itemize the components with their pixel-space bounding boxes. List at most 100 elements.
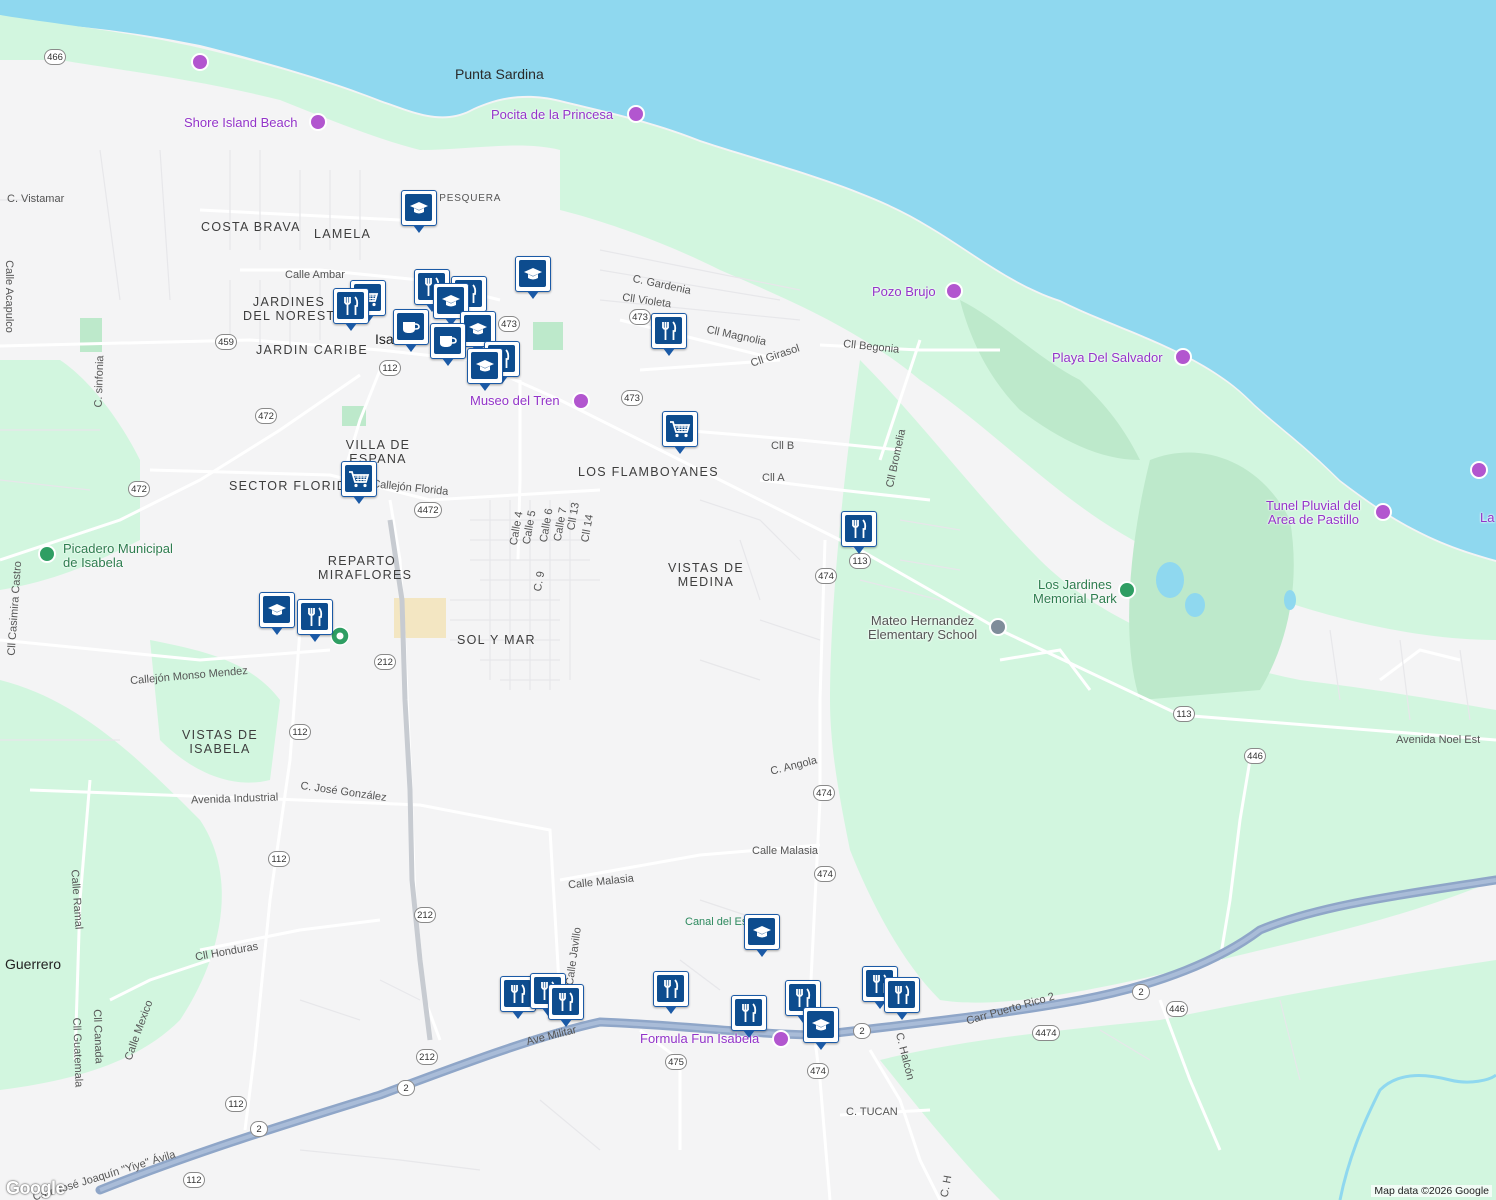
- area-sol-y-mar: SOL Y MAR: [457, 633, 536, 647]
- isabela-label: Isa: [375, 331, 394, 347]
- route-shield: 2: [250, 1121, 268, 1137]
- park-icon[interactable]: [38, 545, 56, 563]
- map-marker-restaurant[interactable]: [651, 313, 687, 356]
- map-marker-grocery[interactable]: [341, 461, 377, 504]
- poi-formula-fun[interactable]: Formula Fun Isabela: [640, 1032, 759, 1045]
- school-icon: [405, 194, 432, 221]
- school-icon: [748, 918, 775, 945]
- route-shield: 112: [268, 851, 290, 867]
- route-shield: 474: [813, 785, 835, 801]
- area-jardin-caribe: JARDIN CARIBE: [256, 343, 369, 357]
- route-shield: 113: [1173, 706, 1195, 722]
- route-shield: 112: [379, 360, 401, 376]
- poi-picadero[interactable]: Picadero Municipal de Isabela: [63, 542, 173, 570]
- camera-icon[interactable]: [1470, 461, 1488, 479]
- golf-course: [1129, 452, 1294, 700]
- pond: [1185, 593, 1205, 617]
- route-shield: 112: [183, 1172, 205, 1188]
- restaurant-icon: [301, 603, 328, 630]
- route-shield: 466: [44, 49, 66, 65]
- school-icon: [263, 596, 290, 623]
- school-icon: [519, 260, 546, 287]
- map-marker-school[interactable]: [803, 1007, 839, 1050]
- camera-icon[interactable]: [627, 105, 645, 123]
- museum-icon[interactable]: [572, 392, 590, 410]
- camera-icon[interactable]: [309, 113, 327, 131]
- map-marker-grocery[interactable]: [662, 411, 698, 454]
- map-marker-school[interactable]: [401, 190, 437, 233]
- area-lamela: LAMELA: [314, 227, 372, 241]
- map-marker-school[interactable]: [259, 592, 295, 635]
- school-icon: [807, 1011, 834, 1038]
- camera-icon[interactable]: [191, 53, 209, 71]
- camera-icon[interactable]: [772, 1030, 790, 1048]
- map-marker-cafe[interactable]: [430, 323, 466, 366]
- school-icon: [464, 315, 491, 342]
- street-label: Cll Guatemala: [70, 1017, 85, 1088]
- route-shield: 474: [807, 1063, 829, 1079]
- poi-mateo-hernandez[interactable]: Mateo Hernandez Elementary School: [868, 614, 977, 642]
- restaurant-icon: [888, 981, 915, 1008]
- area-reparto-miraflores: REPARTO MIRAFLORES: [318, 554, 413, 582]
- grocery-icon: [345, 465, 372, 492]
- camera-icon[interactable]: [1174, 348, 1192, 366]
- route-shield: 446: [1166, 1001, 1188, 1017]
- area-los-flamboyanes: LOS FLAMBOYANES: [578, 465, 719, 479]
- route-shield: 473: [629, 309, 651, 325]
- cafe-icon: [397, 313, 424, 340]
- route-shield: 459: [215, 334, 237, 350]
- street-label: Cll Canada: [90, 1009, 105, 1064]
- green-center-west: [150, 640, 280, 783]
- school-icon: [471, 352, 498, 379]
- camera-icon[interactable]: [1374, 503, 1392, 521]
- pond: [1284, 590, 1296, 610]
- map-marker-cafe[interactable]: [393, 309, 429, 352]
- map-marker-school[interactable]: [744, 914, 780, 957]
- poi-shore-island-beach[interactable]: Shore Island Beach: [184, 116, 297, 129]
- map-marker-restaurant[interactable]: [884, 977, 920, 1020]
- map-marker-restaurant[interactable]: [297, 599, 333, 642]
- area-sector-florida: SECTOR FLORIDA: [229, 479, 357, 493]
- restaurant-icon: [735, 999, 762, 1026]
- route-shield: 113: [849, 553, 871, 569]
- street-label: C. Vistamar: [7, 193, 65, 205]
- route-shield: 473: [498, 316, 520, 332]
- map-marker-restaurant[interactable]: [548, 984, 584, 1027]
- poi-pozo-brujo[interactable]: Pozo Brujo: [872, 285, 936, 298]
- punta-sardina-label: Punta Sardina: [455, 66, 544, 82]
- map-marker-restaurant[interactable]: [653, 971, 689, 1014]
- street-label: Cll B: [771, 440, 795, 452]
- poi-tunel-pluvial[interactable]: Tunel Pluvial del Area de Pastillo: [1266, 499, 1361, 527]
- guerrero-label: Guerrero: [5, 956, 62, 972]
- map-attribution[interactable]: Map data ©2026 Google: [1371, 1185, 1492, 1197]
- street-label: Avenida Noel Est: [1396, 734, 1481, 746]
- map-marker-school[interactable]: [515, 256, 551, 299]
- map-marker-restaurant[interactable]: [841, 511, 877, 554]
- restaurant-icon: [504, 980, 531, 1007]
- map-canvas[interactable]: Punta Sardina Isa Guerrero COSTA BRAVA L…: [0, 0, 1496, 1200]
- street-label: Cll A: [762, 472, 785, 484]
- street-label: Calle Ambar: [285, 269, 345, 281]
- map-marker-restaurant[interactable]: [731, 995, 767, 1038]
- route-shield: 4474: [1032, 1025, 1060, 1041]
- cemetery-icon[interactable]: [1118, 581, 1136, 599]
- poi-los-jardines[interactable]: Los Jardines Memorial Park: [1033, 578, 1117, 606]
- route-shield: 2: [853, 1023, 871, 1039]
- poi-playa-del-salvador[interactable]: Playa Del Salvador: [1052, 351, 1163, 364]
- location-pin-icon[interactable]: [330, 626, 350, 646]
- route-shield: 2: [1132, 984, 1150, 1000]
- street-label: C. TUCAN: [846, 1106, 898, 1118]
- route-shield: 475: [665, 1054, 687, 1070]
- map-marker-restaurant[interactable]: [333, 288, 369, 331]
- map-marker-school[interactable]: [467, 348, 503, 391]
- poi-museo-del-tren[interactable]: Museo del Tren: [470, 394, 560, 407]
- camera-icon[interactable]: [945, 282, 963, 300]
- field: [533, 322, 563, 350]
- school-icon[interactable]: [989, 618, 1007, 636]
- route-shield: 474: [814, 866, 836, 882]
- poi-la-partial[interactable]: La: [1480, 511, 1494, 524]
- poi-pocita-de-la-princesa[interactable]: Pocita de la Princesa: [491, 108, 613, 121]
- route-shield: 474: [815, 568, 837, 584]
- area-vistas-de-medina: VISTAS DE MEDINA: [667, 561, 745, 589]
- route-shield: 4472: [414, 502, 442, 518]
